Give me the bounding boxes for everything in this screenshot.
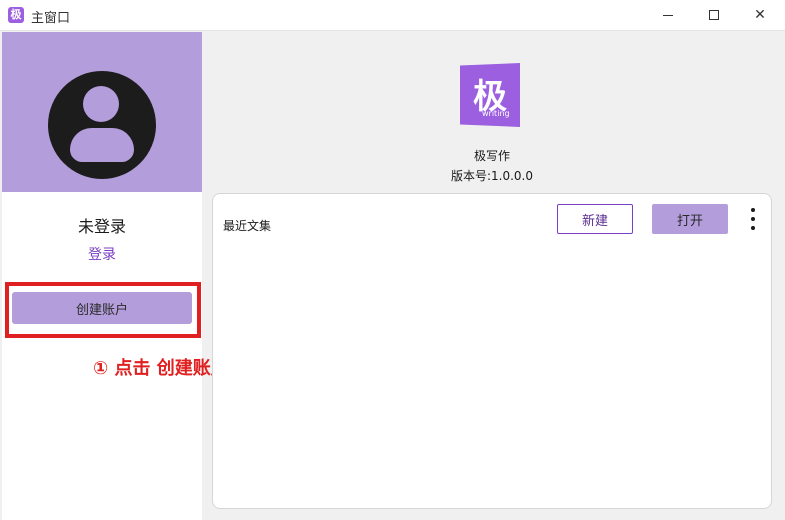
recent-collections-panel: 最近文集 新建 打开 [212,193,772,509]
more-dot [751,226,755,230]
open-button[interactable]: 打开 [652,204,728,234]
more-dot [751,208,755,212]
app-version: 版本号:1.0.0.0 [450,169,534,183]
logo-subtitle: writing [482,109,510,118]
app-name: 极写作 [473,149,510,163]
login-status: 未登录 [77,217,126,236]
title-bar: 极 主窗口 ✕ [0,0,785,31]
tutorial-highlight-box [5,282,201,338]
avatar-body-shape [70,128,134,162]
new-button[interactable]: 新建 [557,204,633,234]
user-avatar-icon[interactable] [48,71,156,179]
window-title: 主窗口 [31,11,71,26]
maximize-icon [709,10,719,20]
more-dot [751,217,755,221]
tutorial-annotation: ① 点击 创建账户 [93,358,229,379]
close-button[interactable]: ✕ [737,0,783,31]
maximize-button[interactable] [691,0,737,31]
app-icon: 极 [8,7,24,23]
sidebar: 未登录 登录 创建账户 [2,32,202,520]
close-icon: ✕ [754,7,766,23]
app-logo: 极 writing [460,63,520,127]
minimize-button[interactable] [645,0,691,31]
minimize-icon [663,15,673,16]
avatar-area [2,32,202,192]
recent-collections-title: 最近文集 [223,219,272,233]
login-link[interactable]: 登录 [2,244,202,264]
more-vertical-icon[interactable] [745,206,761,232]
avatar-head-shape [83,86,119,122]
